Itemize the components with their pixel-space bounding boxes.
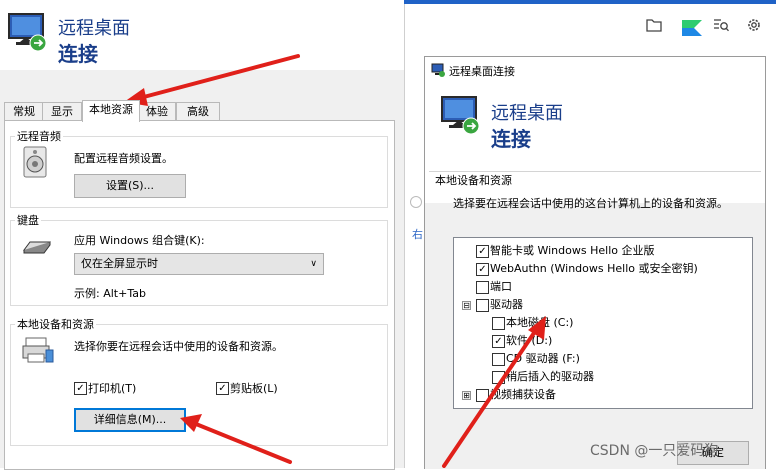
rdp-options-window: 远程桌面 连接 常规 显示 本地资源 体验 高级 远程音频 配置远程音频设置。 … (0, 0, 404, 470)
group-local-devices-legend: 本地设备和资源 (17, 318, 94, 331)
tab-display[interactable]: 显示 (42, 102, 82, 121)
check-icon: ✓ (218, 383, 227, 394)
check-icon: ✓ (478, 264, 487, 275)
dialog-header-line2: 连接 (491, 127, 531, 151)
tree-item-label: CD 驱动器 (F:) (506, 352, 580, 365)
tab-general[interactable]: 常规 (4, 102, 44, 121)
details-button[interactable]: 详细信息(M)... (74, 408, 186, 432)
gear-icon[interactable] (746, 17, 762, 33)
audio-settings-button[interactable]: 设置(S)... (74, 174, 186, 198)
tree-item-label: 端口 (490, 280, 512, 293)
clipboard-checkbox[interactable]: ✓ (216, 382, 229, 395)
printer-label: 打印机(T) (88, 382, 137, 395)
background-app-topbar (404, 0, 776, 4)
keyboard-example: 示例: Alt+Tab (74, 287, 146, 300)
group-remote-audio: 远程音频 (10, 128, 388, 208)
tree-item-label: 视频捕获设备 (490, 388, 556, 401)
tree-checkbox[interactable]: ✓ (476, 245, 489, 258)
tab-experience[interactable]: 体验 (138, 102, 176, 121)
remote-desktop-monitor-icon (8, 13, 47, 52)
watermark-text: CSDN @一只爱码狗 (590, 443, 719, 459)
tree-checkbox[interactable] (476, 281, 489, 294)
keyboard-label: 应用 Windows 组合键(K): (74, 234, 205, 247)
dialog-title: 远程桌面连接 (449, 65, 515, 78)
dialog-header-line1: 远程桌面 (491, 103, 563, 124)
tree-checkbox[interactable]: ✓ (476, 263, 489, 276)
background-radio-fragment (410, 196, 422, 208)
printer-checkbox[interactable]: ✓ (74, 382, 87, 395)
group-keyboard-legend: 键盘 (17, 214, 39, 227)
rdp-small-icon (431, 63, 445, 77)
keyboard-combo-value: 仅在全屏显示时 (81, 257, 158, 270)
check-icon: ✓ (494, 336, 503, 347)
tree-checkbox[interactable] (492, 317, 505, 330)
check-icon: ✓ (478, 246, 487, 257)
audio-description: 配置远程音频设置。 (74, 152, 173, 165)
tree-item-label: 稍后插入的驱动器 (506, 370, 594, 383)
device-tree[interactable]: ✓ 智能卡或 Windows Hello 企业版 ✓ WebAuthn (Win… (453, 237, 753, 409)
tree-item-label: 智能卡或 Windows Hello 企业版 (490, 244, 655, 257)
tree-checkbox[interactable] (492, 353, 505, 366)
rdp-devices-dialog: 远程桌面连接 远程桌面 连接 本地设备和资源 选择要在远程会话中使用的这台计算机… (424, 56, 766, 469)
tree-item-label: 本地磁盘 (C:) (506, 316, 574, 329)
folder-icon[interactable] (646, 18, 662, 32)
remote-desktop-monitor-icon (441, 96, 480, 135)
keyboard-icon (23, 241, 51, 254)
keyboard-combo-select[interactable]: 仅在全屏显示时 ∨ (74, 253, 324, 275)
collapse-toggle-icon[interactable]: ⊟ (462, 301, 471, 310)
tree-item-label: 驱动器 (490, 298, 523, 311)
tree-checkbox[interactable] (476, 299, 489, 312)
group-local-devices: 本地设备和资源 (10, 316, 388, 446)
window-header: 远程桌面 连接 (0, 0, 404, 70)
window-title-line2: 连接 (58, 42, 98, 66)
check-icon: ✓ (76, 383, 85, 394)
local-devices-description: 选择你要在远程会话中使用的设备和资源。 (74, 340, 283, 353)
background-text-fragment: 右 (412, 228, 423, 241)
expand-toggle-icon[interactable]: ⊞ (462, 391, 471, 400)
group-remote-audio-legend: 远程音频 (17, 130, 61, 143)
tree-checkbox[interactable]: ✓ (492, 335, 505, 348)
dialog-section-label: 本地设备和资源 (435, 174, 512, 187)
tab-advanced[interactable]: 高级 (176, 102, 220, 121)
search-icon[interactable] (713, 17, 729, 33)
dialog-titlebar: 远程桌面连接 (425, 57, 765, 83)
clipboard-label: 剪贴板(L) (230, 382, 278, 395)
tree-item-label: WebAuthn (Windows Hello 或安全密钥) (490, 262, 698, 275)
dialog-description: 选择要在远程会话中使用的这台计算机上的设备和资源。 (453, 197, 728, 210)
chevron-down-icon: ∨ (310, 259, 317, 269)
tree-item-label: 软件 (D:) (506, 334, 553, 347)
speaker-icon (23, 146, 47, 178)
tree-checkbox[interactable] (492, 371, 505, 384)
tree-checkbox[interactable] (476, 389, 489, 402)
window-title-line1: 远程桌面 (58, 18, 130, 39)
app-logo-icon[interactable] (676, 12, 708, 44)
tab-local-resources[interactable]: 本地资源 (82, 100, 140, 122)
printer-devices-icon (22, 337, 54, 363)
